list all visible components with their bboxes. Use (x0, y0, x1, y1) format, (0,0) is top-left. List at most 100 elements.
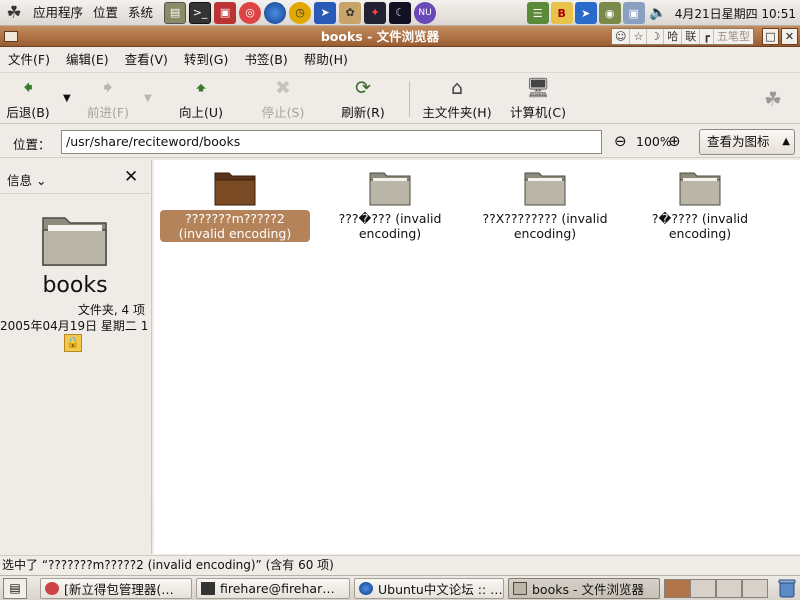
maximize-button[interactable]: □ (762, 28, 779, 45)
file-item[interactable]: ??X???????? (invalid encoding) (470, 170, 620, 242)
im-item[interactable]: 联 (682, 29, 701, 44)
panel-clock[interactable]: 4月21日星期四 10:51 (675, 5, 796, 22)
file-item[interactable]: ???�??? (invalid encoding) (315, 170, 465, 242)
im-item[interactable]: ☺ (612, 29, 631, 44)
up-button[interactable]: 🠹 向上(U) (174, 77, 228, 121)
sidebar: 信息 ⌄ ✕ books 文件夹, 4 项 2005年04月19日 星期二 1 … (0, 160, 154, 554)
terminal-icon[interactable]: >_ (189, 1, 212, 24)
zoom-out-icon[interactable]: ⊖ (614, 133, 627, 149)
forward-button[interactable]: 🠺 前进(F) (82, 77, 134, 121)
im-item[interactable]: ☽ (647, 29, 665, 44)
rabbit-icon[interactable]: ✿ (339, 1, 362, 24)
folder-icon (513, 582, 527, 595)
folder-icon (679, 172, 721, 206)
panel-menu-places[interactable]: 位置 (88, 0, 123, 26)
stop-label: 停止(S) (261, 105, 305, 120)
stop-button[interactable]: ✖ 停止(S) (256, 77, 310, 121)
panel-menu-applications[interactable]: 应用程序 (28, 0, 88, 26)
screen-icon[interactable]: ▣ (622, 2, 645, 24)
icon-view[interactable]: ???????m?????2 (invalid encoding) ???�??… (154, 160, 800, 554)
sidebar-type-label: 信息 (7, 173, 33, 188)
im-item[interactable]: ☆ (630, 29, 648, 44)
volume-icon[interactable]: 🔈 (647, 2, 669, 24)
toolbar: 🠸 后退(B) ▼ 🠺 前进(F) ▼ 🠹 向上(U) ✖ 停止(S) ⟳ 刷新… (0, 72, 800, 124)
clock-app-icon[interactable]: ◷ (289, 1, 312, 24)
back-arrow-icon: 🠸 (23, 77, 33, 99)
web-browser-icon (359, 582, 373, 595)
taskbar-item-terminal[interactable]: firehare@firehar… (196, 578, 350, 599)
package-manager-icon (45, 582, 59, 595)
file-item[interactable]: ???????m?????2 (invalid encoding) (160, 170, 310, 242)
forward-history-dropdown[interactable]: ▼ (144, 93, 152, 104)
task-label: firehare@firehar… (220, 581, 335, 596)
terminal-icon (201, 582, 215, 595)
computer-icon: 🖥 (525, 77, 551, 99)
close-window-button[interactable]: ✕ (781, 28, 798, 45)
workspace-switcher (664, 579, 768, 598)
sidebar-header: 信息 ⌄ ✕ (0, 160, 150, 194)
zoom-in-icon[interactable]: ⊕ (668, 133, 681, 149)
web-browser-icon[interactable] (264, 1, 287, 24)
gnome-foot-icon[interactable]: ☘ (3, 2, 25, 24)
menu-bookmarks[interactable]: 书签(B) (236, 48, 295, 72)
network-icon[interactable]: ◉ (598, 2, 621, 24)
folder-icon (214, 172, 256, 206)
menu-help[interactable]: 帮助(H) (296, 48, 356, 72)
reload-button[interactable]: ⟳ 刷新(R) (337, 77, 389, 121)
task-label: books - 文件浏览器 (532, 582, 644, 597)
home-label: 主文件夹(H) (422, 105, 492, 120)
dictionary-icon[interactable]: B (550, 2, 573, 24)
task-label: Ubuntu中文论坛 :: … (378, 582, 503, 597)
computer-button[interactable]: 🖥 计算机(C) (506, 77, 570, 121)
file-name: ???????m?????2 (invalid encoding) (160, 210, 310, 242)
workspace-4[interactable] (742, 579, 768, 598)
menu-go[interactable]: 转到(G) (176, 48, 236, 72)
show-desktop-icon[interactable]: ▤ (3, 577, 27, 599)
panel-menu-system[interactable]: 系统 (123, 0, 158, 26)
input-method-bar[interactable]: ☺ ☆ ☽ 哈 联 ┏ 五笔型 (611, 28, 754, 45)
taskbar-item-synaptic[interactable]: [新立得包管理器(… (40, 578, 192, 599)
sidebar-folder-name: books (42, 273, 108, 298)
help-icon[interactable]: ◎ (239, 1, 262, 24)
trash-icon[interactable] (778, 579, 796, 598)
sidebar-type-select[interactable]: 信息 ⌄ (7, 170, 46, 189)
back-history-dropdown[interactable]: ▼ (63, 93, 71, 104)
view-as-select[interactable]: 查看为图标 ▲▼ (699, 129, 795, 171)
home-button[interactable]: ⌂ 主文件夹(H) (418, 77, 496, 121)
star-app-icon[interactable]: ✦ (364, 1, 387, 24)
im-item[interactable]: ┏ (700, 29, 714, 44)
launchers: ▤ >_ ▣ ◎ ◷ ➤ ✿ ✦ ☾ NU (164, 1, 439, 24)
taskbar-item-browser[interactable]: Ubuntu中文论坛 :: … (354, 578, 504, 599)
location-input[interactable]: /usr/share/reciteword/books (61, 130, 602, 154)
workspace-2[interactable] (690, 579, 716, 598)
file-item[interactable]: ?�???? (invalid encoding) (625, 170, 775, 242)
taskbar-item-file-browser[interactable]: books - 文件浏览器 (508, 578, 660, 599)
books-app-icon[interactable]: ☰ (526, 2, 549, 24)
close-sidebar-icon[interactable]: ✕ (124, 167, 138, 187)
reload-label: 刷新(R) (341, 105, 385, 120)
im-mode[interactable]: 五笔型 (714, 29, 753, 44)
top-panel: ☘ 应用程序 位置 系统 ▤ >_ ▣ ◎ ◷ ➤ ✿ ✦ ☾ NU ☰ B ➤… (0, 0, 800, 26)
bird-icon[interactable]: ➤ (314, 1, 337, 24)
up-arrow-icon: 🠹 (195, 77, 207, 99)
toolbar-separator (409, 81, 410, 117)
folder-icon (369, 172, 411, 206)
window-titlebar[interactable]: books - 文件浏览器 ☺ ☆ ☽ 哈 联 ┏ 五笔型 □ ✕ (0, 26, 800, 47)
forward-label: 前进(F) (87, 105, 129, 120)
menubar: 文件(F) 编辑(E) 查看(V) 转到(G) 书签(B) 帮助(H) (0, 48, 800, 72)
panel-menu: 应用程序 位置 系统 (28, 0, 158, 26)
menu-file[interactable]: 文件(F) (0, 48, 58, 72)
notes-icon[interactable]: ▤ (164, 1, 187, 24)
back-button[interactable]: 🠸 后退(B) (4, 77, 52, 121)
im-item[interactable]: 哈 (664, 29, 683, 44)
moon-app-icon[interactable]: ☾ (389, 1, 412, 24)
zoom-level[interactable]: 100% (636, 134, 672, 149)
menu-view[interactable]: 查看(V) (117, 48, 176, 72)
gnu-icon[interactable]: NU (414, 1, 437, 24)
package-manager-icon[interactable]: ▣ (214, 1, 237, 24)
menu-edit[interactable]: 编辑(E) (58, 48, 117, 72)
workspace-3[interactable] (716, 579, 742, 598)
workspace-1[interactable] (664, 579, 690, 598)
update-icon[interactable]: ➤ (574, 2, 597, 24)
computer-label: 计算机(C) (510, 105, 566, 120)
